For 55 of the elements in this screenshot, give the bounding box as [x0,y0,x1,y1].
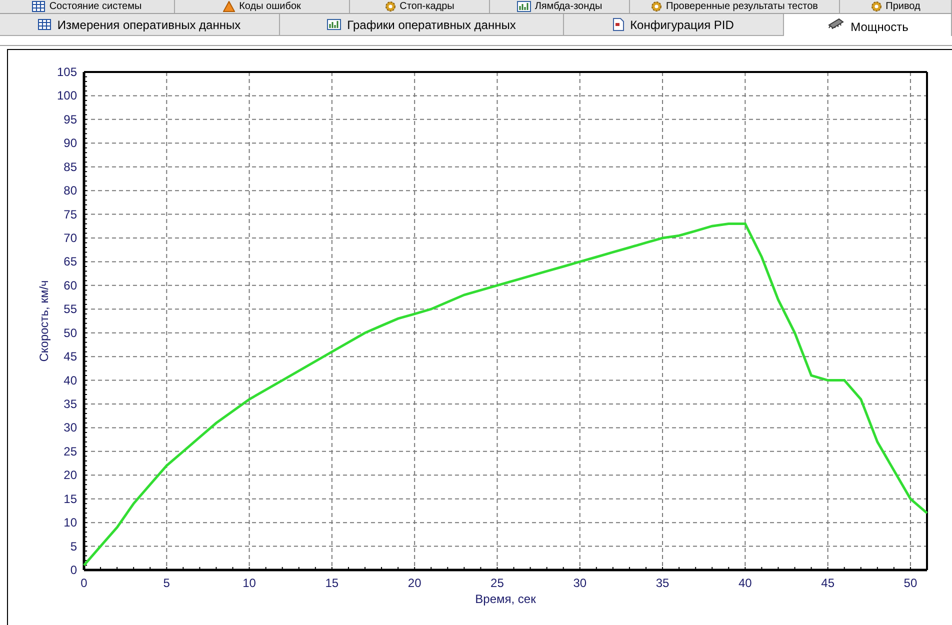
warning-icon [223,1,236,12]
x-tick-label: 40 [738,576,752,590]
tab[interactable]: Проверенные результаты тестов [630,0,840,13]
tab[interactable]: Коды ошибок [175,0,350,13]
y-tick-label: 105 [56,65,77,79]
chip-icon [826,18,845,29]
gear-icon [870,1,882,12]
x-tick-label: 0 [80,576,88,590]
y-tick-label: 90 [64,136,77,150]
tab[interactable]: Графики оперативных данных [280,14,564,36]
tab[interactable]: Стоп-кадры [350,0,490,13]
y-tick-label: 95 [64,112,77,126]
y-axis-title: Скорость, км/ч [37,280,51,362]
table-icon [38,19,52,30]
tab[interactable]: Измерения оперативных данных [0,14,280,36]
y-tick-label: 10 [64,516,77,530]
x-tick-label: 20 [408,576,422,590]
y-tick-label: 15 [64,492,77,506]
y-tick-label: 100 [56,88,77,103]
x-tick-label: 45 [821,576,834,590]
y-tick-label: 0 [70,563,77,577]
x-tick-label: 15 [325,576,339,590]
x-tick-label: 30 [573,576,587,590]
bar-chart-icon [327,19,342,30]
x-tick-label: 5 [163,576,170,590]
y-tick-label: 50 [64,326,77,340]
x-tick-label: 50 [904,576,918,590]
x-axis-title: Время, сек [475,592,536,606]
y-tick-label: 75 [64,207,77,222]
y-tick-label: 25 [64,444,77,458]
y-tick-label: 45 [64,350,77,364]
y-tick-label: 85 [64,160,77,174]
y-tick-label: 35 [64,397,77,411]
y-tick-label: 65 [64,254,77,269]
y-tick-label: 70 [64,231,77,245]
tab[interactable]: Конфигурация PID [564,14,784,36]
x-tick-label: 10 [242,576,256,590]
y-tick-label: 40 [64,373,77,388]
document-icon [613,18,624,31]
y-tick-label: 60 [64,278,77,292]
y-tick-label: 5 [70,539,77,554]
bar-chart-icon [516,1,531,12]
tab[interactable]: Мощность [784,14,952,36]
gear-icon [384,1,396,12]
y-tick-label: 55 [64,302,77,316]
tab[interactable]: Лямбда-зонды [490,0,630,13]
tab[interactable]: Состояние системы [0,0,175,13]
y-tick-label: 20 [64,468,77,482]
y-tick-label: 30 [64,420,77,435]
table-icon [32,1,46,12]
x-tick-label: 25 [490,576,504,590]
y-tick-label: 80 [64,184,77,198]
x-tick-label: 35 [656,576,670,590]
tab[interactable]: Привод [840,0,952,13]
gear-icon [651,1,662,12]
